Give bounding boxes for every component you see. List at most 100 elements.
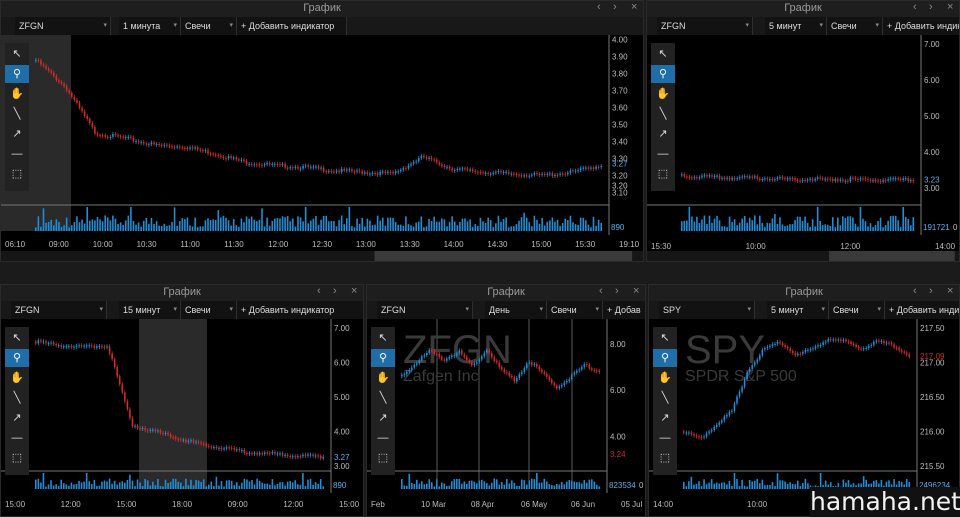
add-indicator-button[interactable]: + Добавить индикатор [883,17,959,35]
line-tool-icon[interactable]: ╲ [653,389,677,407]
pointer-icon[interactable]: ↖ [651,45,675,63]
volume-bar [276,218,279,231]
symbol-field[interactable]: SPY [659,301,755,319]
chart-canvas[interactable]: 4.003.903.803.703.603.503.403.303.203.10… [1,35,644,262]
interval-select[interactable]: 5 минут [767,301,829,319]
candle-body [99,135,101,137]
pointer-icon[interactable]: ↖ [371,329,395,347]
chart-panel-bottom-right[interactable]: График‹›×SPY5 минутСвечи+ Добавить индик… [648,284,960,517]
arrow-tool-icon[interactable]: ↗ [5,125,29,143]
chart-panel-top-left[interactable]: График ‹ › × ZFGN 1 минутаСвечи+ Добавить инд… [0,0,644,262]
candle-body [507,171,510,174]
chart-type-select[interactable]: Свечи [827,17,883,35]
candle-body [731,177,733,180]
add-indicator-button[interactable]: + Добав [603,301,645,319]
arrow-tool-icon[interactable]: ↗ [5,409,29,427]
nav-forward-icon[interactable]: › [333,285,337,297]
nav-forward-icon[interactable]: › [613,1,617,13]
zoom-icon[interactable]: ⚲ [5,349,29,367]
symbol-field[interactable]: ZFGN [657,17,753,35]
interval-select[interactable]: 1 минута [119,17,181,35]
interval-select[interactable]: 5 минут [765,17,827,35]
add-indicator-button[interactable]: + Добавить индикатор [237,301,363,319]
line-tool-icon[interactable]: ╲ [5,389,29,407]
volume-bar [250,216,253,231]
chart-type-select[interactable]: Свечи [181,17,237,35]
hand-icon[interactable]: ✋ [5,369,29,387]
add-indicator-button[interactable]: + Добавить индикатор [885,301,959,319]
chart-type-select[interactable]: Свечи [181,301,237,319]
chart-type-select[interactable]: Свечи [547,301,603,319]
volume-bar [884,225,887,231]
rect-tool-icon[interactable]: ⬚ [5,449,29,467]
symbol-field[interactable]: ZFGN [11,301,107,319]
volume-bar [505,217,507,231]
add-indicator-button[interactable]: + Добавить индикатор [237,17,347,35]
rect-tool-icon[interactable]: ⬚ [371,449,395,467]
nav-forward-icon[interactable]: › [929,285,933,297]
chart-type-select[interactable]: Свечи [829,301,885,319]
candle-body [178,146,181,148]
hand-icon[interactable]: ✋ [5,85,29,103]
hline-tool-icon[interactable]: — [5,429,29,447]
candle-body [96,346,98,348]
nav-forward-icon[interactable]: › [615,285,619,297]
interval-select[interactable]: 15 минут [119,301,181,319]
volume-bar [83,223,86,231]
chart-canvas[interactable]: 7.00 6.00 5.00 4.00 3.003.27 890 15:00 12:00 15:… [1,319,364,517]
symbol-field[interactable]: ZFGN [15,17,111,35]
chart-canvas[interactable]: 7.00 6.00 5.00 4.00 3.003.23 191721 0 15:30 10:0… [647,35,960,262]
navigator-window[interactable] [829,251,955,262]
zoom-icon[interactable]: ⚲ [651,65,675,83]
line-tool-icon[interactable]: ╲ [5,105,29,123]
volume-bar [218,485,220,489]
volume-bar [553,485,556,489]
close-icon[interactable]: × [947,1,953,13]
chart-panel-bottom-mid[interactable]: График‹›×ZFGNДеньСвечи+ ДобавZFGNZafgen … [366,284,646,517]
hand-icon[interactable]: ✋ [651,85,675,103]
navigator-window[interactable] [374,251,633,262]
rect-tool-icon[interactable]: ⬚ [5,165,29,183]
pointer-icon[interactable]: ↖ [5,329,29,347]
zoom-icon[interactable]: ⚲ [371,349,395,367]
nav-back-icon[interactable]: ‹ [913,1,917,13]
arrow-tool-icon[interactable]: ↗ [651,125,675,143]
volume-bar [180,482,182,489]
close-icon[interactable]: × [633,285,639,297]
hand-icon[interactable]: ✋ [371,369,395,387]
close-icon[interactable]: × [631,1,637,13]
volume-bar [392,217,394,231]
close-icon[interactable]: × [351,285,357,297]
rect-tool-icon[interactable]: ⬚ [653,449,677,467]
chart-panel-top-right[interactable]: График‹›×ZFGN5 минутСвечи+ Добавить инди… [646,0,960,262]
hline-tool-icon[interactable]: — [653,429,677,447]
candle-body [864,178,867,180]
nav-forward-icon[interactable]: › [929,1,933,13]
candle-body [169,434,172,437]
hline-tool-icon[interactable]: — [651,145,675,163]
nav-back-icon[interactable]: ‹ [317,285,321,297]
chart-canvas[interactable]: ZFGNZafgen Inc 8.00 6.00 4.00 3.24 823534 0 Feb… [367,319,646,517]
line-tool-icon[interactable]: ╲ [371,389,395,407]
hline-tool-icon[interactable]: — [371,429,395,447]
volume-bar [348,207,351,231]
nav-back-icon[interactable]: ‹ [913,285,917,297]
interval-select[interactable]: День [485,301,547,319]
nav-back-icon[interactable]: ‹ [599,285,603,297]
hand-icon[interactable]: ✋ [653,369,677,387]
chart-panel-bottom-left[interactable]: График ‹ › × ZFGN 15 минутСвечи+ Добавить инд… [0,284,364,517]
arrow-tool-icon[interactable]: ↗ [653,409,677,427]
pointer-icon[interactable]: ↖ [653,329,677,347]
zoom-icon[interactable]: ⚲ [653,349,677,367]
nav-back-icon[interactable]: ‹ [597,1,601,13]
zoom-icon[interactable]: ⚲ [5,65,29,83]
hline-tool-icon[interactable]: — [5,145,29,163]
line-tool-icon[interactable]: ╲ [651,105,675,123]
volume-bar [322,486,325,489]
pointer-icon[interactable]: ↖ [5,45,29,63]
candle-body [710,430,713,432]
symbol-field[interactable]: ZFGN [377,301,473,319]
close-icon[interactable]: × [947,285,953,297]
rect-tool-icon[interactable]: ⬚ [651,165,675,183]
arrow-tool-icon[interactable]: ↗ [371,409,395,427]
